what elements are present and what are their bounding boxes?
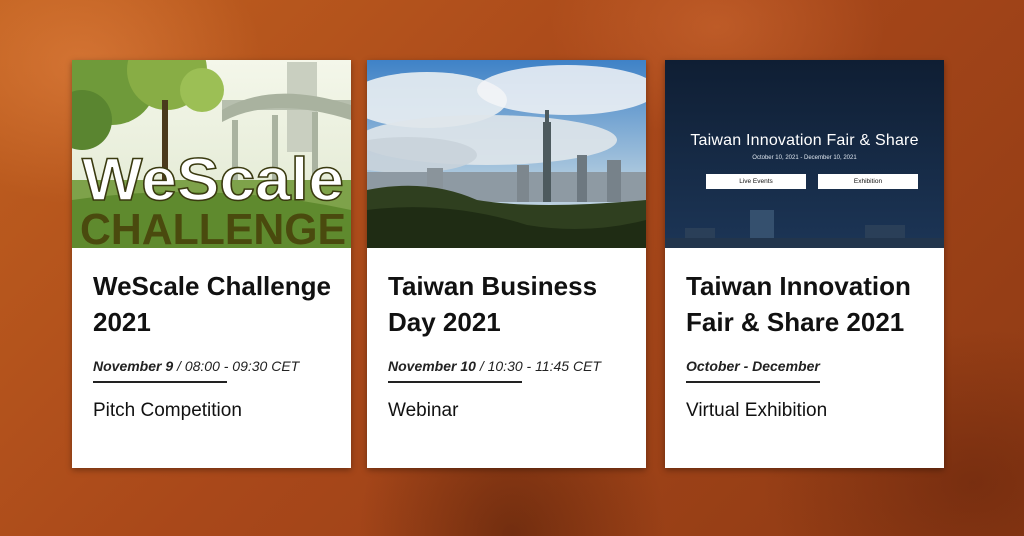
wescale-challenge-image: WeScale CHALLENGE	[72, 60, 351, 248]
card-time: / 10:30 - 11:45 CET	[475, 358, 601, 374]
divider	[93, 381, 227, 383]
image-event-title: Taiwan Innovation Fair & Share	[690, 132, 919, 149]
divider	[686, 381, 820, 383]
event-card-business-day[interactable]: Taiwan Business Day 2021 November 10 / 1…	[367, 60, 646, 468]
card-date: October - December	[686, 358, 820, 374]
card-time: / 08:00 - 09:30 CET	[173, 358, 300, 374]
card-title: Taiwan Innovation Fair & Share 2021	[686, 271, 911, 337]
card-event-type: Virtual Exhibition	[686, 400, 828, 421]
card-event-type: Pitch Competition	[93, 400, 242, 421]
card-title: WeScale Challenge 2021	[93, 271, 331, 337]
innovation-fair-image: Taiwan Innovation Fair & Share October 1…	[665, 60, 944, 248]
card-title: Taiwan Business Day 2021	[388, 271, 598, 337]
live-events-button[interactable]: Live Events	[706, 174, 806, 189]
card-date-time: October - December	[686, 358, 820, 374]
exhibition-button[interactable]: Exhibition	[818, 174, 918, 189]
card-event-type: Webinar	[388, 400, 459, 421]
event-card-wescale[interactable]: WeScale CHALLENGE WeScale Challenge 2021…	[72, 60, 351, 468]
card-date: November 9	[93, 358, 174, 374]
card-date: November 10	[388, 358, 476, 374]
card-date-time: November 9 / 08:00 - 09:30 CET	[93, 358, 299, 374]
card-date-time: November 10 / 10:30 - 11:45 CET	[388, 358, 601, 374]
image-title-challenge: CHALLENGE	[80, 205, 346, 248]
event-card-innovation-fair[interactable]: Taiwan Innovation Fair & Share October 1…	[665, 60, 944, 468]
taipei-skyline-image	[367, 60, 646, 248]
image-event-dates: October 10, 2021 - December 10, 2021	[752, 155, 857, 161]
divider	[388, 381, 522, 383]
image-title-wescale: WeScale	[82, 146, 344, 213]
